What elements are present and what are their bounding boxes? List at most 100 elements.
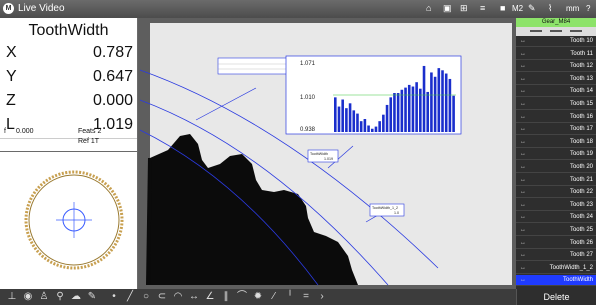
chart-bar: [374, 126, 378, 132]
list-view-toggles[interactable]: [516, 27, 596, 36]
home-icon[interactable]: ⌂: [426, 3, 431, 14]
feature-list-item[interactable]: ↔ Tooth 14: [516, 86, 596, 98]
height-tool-icon[interactable]: ╵: [284, 291, 296, 303]
help-button[interactable]: ?: [586, 4, 590, 13]
readout-value: 0.647: [92, 68, 133, 85]
feature-list-item[interactable]: ↔ Tooth 25: [516, 225, 596, 236]
chart-bar: [363, 119, 367, 132]
app-logo-icon: M: [3, 3, 14, 14]
readout-label: Y: [6, 68, 17, 85]
list-toggle-1[interactable]: [530, 30, 542, 32]
curve-tool-icon[interactable]: ⌒: [236, 291, 248, 303]
stylus-icon[interactable]: ✎: [528, 3, 536, 14]
feature-list-item-label: Tooth 23: [569, 201, 593, 208]
chart-bar: [370, 128, 374, 132]
video-viewport[interactable]: 1.071 1.010 0.938 ToothWidth 1.019 Tooth…: [138, 18, 516, 289]
feature-list-item[interactable]: ↔ ToothWidth_1_2: [516, 263, 596, 274]
readout-row-x: X 0.787: [0, 44, 137, 64]
list-toggle-2[interactable]: [550, 30, 562, 32]
feature-list-item[interactable]: ↔ Tooth 15: [516, 99, 596, 110]
feature-list-item[interactable]: ↔ ToothWidth: [516, 275, 596, 287]
feature-list-item[interactable]: ↔ Tooth 21: [516, 175, 596, 186]
feature-list-item[interactable]: ↔ Tooth 24: [516, 212, 596, 224]
feature-type-icon: ↔: [520, 264, 526, 271]
units-toggle[interactable]: mm: [566, 4, 579, 13]
distance-tool-icon[interactable]: ↔: [188, 291, 200, 303]
origin-icon[interactable]: ⊥: [6, 291, 18, 303]
chart-bar: [426, 91, 430, 132]
feature-list-item[interactable]: ↔ Tooth 10: [516, 36, 596, 47]
delete-button[interactable]: Delete: [516, 289, 596, 305]
part-preview[interactable]: [0, 152, 137, 289]
f-label: f: [4, 128, 6, 135]
angle-tool-icon[interactable]: ∠: [204, 291, 216, 303]
feature-type-icon: ↔: [520, 50, 526, 57]
probe-icon[interactable]: ⌇: [548, 3, 552, 14]
more-tools-icon[interactable]: ›: [316, 291, 328, 303]
feature-list-item[interactable]: ↔ Tooth 26: [516, 238, 596, 249]
feature-name: ToothWidth: [28, 22, 109, 39]
feature-list-item[interactable]: ↔ Tooth 18: [516, 137, 596, 148]
parallel-tool-icon[interactable]: ∥: [220, 291, 232, 303]
gear-tool-icon[interactable]: ✹: [252, 291, 264, 303]
part-name-header[interactable]: Gear_M84: [516, 18, 596, 27]
feature-list-item[interactable]: ↔ Tooth 23: [516, 200, 596, 211]
divider: [0, 138, 137, 139]
feature-type-icon: ↔: [520, 151, 526, 158]
feature-list-item[interactable]: ↔ Tooth 11: [516, 49, 596, 60]
edge-tool-icon[interactable]: ◉: [22, 291, 34, 303]
feature-readout-panel: ToothWidth X 0.787 Y 0.647 Z 0.000 L 1.0…: [0, 18, 137, 151]
measure-tool-icon[interactable]: ⚲: [54, 291, 66, 303]
feature-list-item[interactable]: ↔ Tooth 19: [516, 149, 596, 161]
lights-icon[interactable]: ≡: [480, 3, 485, 14]
equal-tool-icon[interactable]: =: [300, 291, 312, 303]
feature-type-icon: ↔: [520, 75, 526, 82]
construct-tool-icon[interactable]: ⁄: [268, 291, 280, 303]
feature-list-item[interactable]: ↔ Tooth 12: [516, 61, 596, 73]
chart-bar: [356, 113, 359, 132]
feature-type-icon: ↔: [520, 113, 526, 120]
video-camera-icon[interactable]: ▣: [443, 3, 452, 14]
chart-bar: [441, 70, 444, 132]
line-tool-icon[interactable]: ╱: [124, 291, 136, 303]
feature-list-item[interactable]: ↔ Tooth 16: [516, 112, 596, 123]
chart-bar: [430, 72, 433, 132]
feature-list-item-label: Tooth 22: [569, 189, 593, 196]
feature-list-item[interactable]: ↔ Tooth 17: [516, 124, 596, 136]
feature-type-icon: ↔: [520, 239, 526, 246]
chart-bar: [385, 104, 389, 132]
feature-list-item[interactable]: ↔ Tooth 20: [516, 162, 596, 173]
readout-value: 0.787: [92, 44, 133, 61]
feature-list-item[interactable]: ↔ Tooth 22: [516, 187, 596, 199]
point-tool-icon[interactable]: •: [108, 291, 120, 303]
chart-bar: [348, 103, 352, 132]
readout-row-y: Y 0.647: [0, 68, 137, 88]
mode-indicator[interactable]: M2: [512, 4, 523, 13]
readout-label: X: [6, 44, 17, 61]
feature-list-item[interactable]: ↔ Tooth 13: [516, 74, 596, 85]
readout-row-z: Z 0.000: [0, 92, 137, 112]
display-icon[interactable]: ■: [500, 3, 505, 14]
chart-y-mid-label: 1.010: [300, 95, 316, 101]
feature-list-item-label: Tooth 17: [569, 126, 593, 133]
feature-list-item-label: Tooth 11: [570, 50, 593, 57]
chart-bar: [396, 93, 400, 132]
crosshair-view-icon[interactable]: ⊞: [460, 3, 468, 14]
slot-tool-icon[interactable]: ⊂: [156, 291, 168, 303]
feature-list-item-label: Tooth 20: [569, 164, 593, 170]
box1-value: 1.019: [324, 157, 333, 161]
arc-tool-icon[interactable]: ◠: [172, 291, 184, 303]
list-toggle-3[interactable]: [570, 30, 582, 32]
light-tool-icon[interactable]: ☁: [70, 291, 82, 303]
live-video-window: M Live Video ⌂ ▣ ⊞ ≡ ■ M2 ✎ ⌇ mm ? Tooth…: [0, 0, 596, 305]
feature-list-item-label: ToothWidth_1_2: [549, 264, 593, 271]
pen-tool-icon[interactable]: ✎: [86, 291, 98, 303]
circle-tool-icon[interactable]: ○: [140, 291, 152, 303]
probe-tool-icon[interactable]: ♙: [38, 291, 50, 303]
chart-bar: [404, 87, 407, 132]
chart-bar: [352, 110, 356, 132]
feature-list-item[interactable]: ↔ Tooth 27: [516, 250, 596, 262]
feature-type-icon: ↔: [520, 227, 526, 233]
chart-bar: [400, 89, 404, 132]
chart-bar: [345, 108, 348, 132]
